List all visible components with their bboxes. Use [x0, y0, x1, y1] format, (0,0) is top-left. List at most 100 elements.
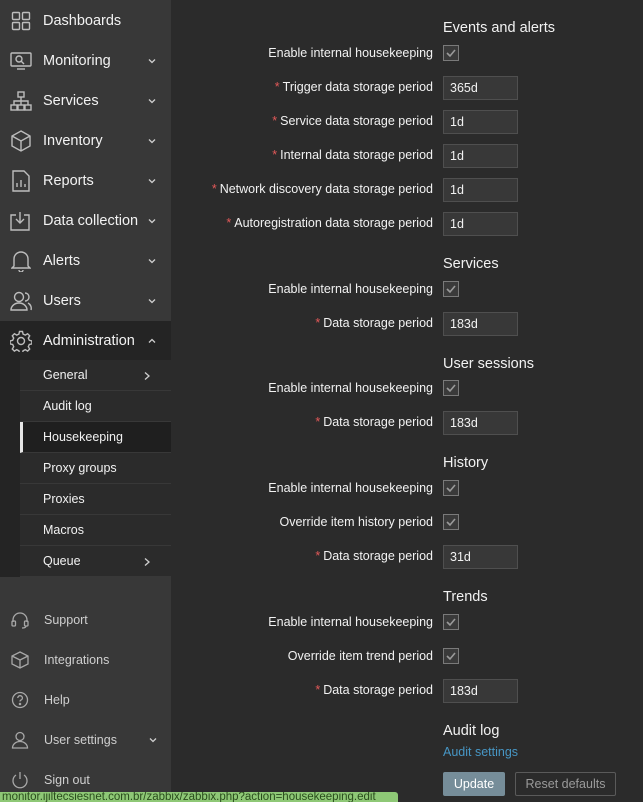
submenu-item-proxies[interactable]: Proxies — [20, 484, 171, 515]
section-title-services: Services — [443, 256, 499, 272]
monitoring-icon — [10, 50, 32, 72]
services-enable-checkbox[interactable] — [443, 281, 459, 297]
nav-alerts[interactable]: Alerts — [0, 241, 171, 281]
nav-monitoring[interactable]: Monitoring — [0, 41, 171, 81]
headset-icon — [11, 611, 29, 629]
reports-icon — [10, 170, 32, 192]
label-trigger-period: * Trigger data storage period — [274, 80, 433, 94]
trigger-period-input[interactable]: 365d — [443, 76, 518, 100]
section-title-audit: Audit log — [443, 723, 500, 739]
label-events-enable: Enable internal housekeeping — [268, 46, 433, 60]
checkmark-icon — [446, 618, 456, 627]
label-history-enable: Enable internal housekeeping — [268, 481, 433, 495]
label-history-override: Override item history period — [279, 515, 433, 529]
bell-icon — [10, 250, 32, 272]
administration-submenu: General Audit log Housekeeping Proxy gro… — [20, 360, 171, 577]
submenu-item-macros[interactable]: Macros — [20, 515, 171, 546]
nav-dashboards[interactable]: Dashboards — [0, 1, 171, 41]
help-icon — [11, 691, 29, 709]
section-title-sessions: User sessions — [443, 356, 535, 372]
history-period-input[interactable]: 31d — [443, 545, 518, 569]
submenu-item-queue[interactable]: Queue — [20, 546, 171, 577]
nav-inventory[interactable]: Inventory — [0, 121, 171, 161]
submenu-label: Audit log — [43, 399, 92, 413]
nav-administration[interactable]: Administration — [0, 321, 171, 361]
sessions-period-input[interactable]: 183d — [443, 411, 518, 435]
events-enable-checkbox[interactable] — [443, 45, 459, 61]
checkmark-icon — [446, 484, 456, 493]
nav-data-collection[interactable]: Data collection — [0, 201, 171, 241]
section-title-events: Events and alerts — [443, 20, 556, 36]
sidebar: Dashboards Monitoring Services Inventory… — [0, 0, 171, 802]
footer-help[interactable]: Help — [0, 685, 171, 715]
label-trends-enable: Enable internal housekeeping — [268, 615, 433, 629]
chevron-down-icon — [148, 59, 156, 64]
nav-label: Dashboards — [43, 13, 122, 29]
services-icon — [10, 90, 32, 112]
inventory-icon — [10, 130, 32, 152]
checkmark-icon — [446, 518, 456, 527]
footer-support[interactable]: Support — [0, 605, 171, 635]
dashboards-icon — [10, 10, 32, 32]
submenu-item-proxy-groups[interactable]: Proxy groups — [20, 453, 171, 484]
trends-override-checkbox[interactable] — [443, 648, 459, 664]
nav-label: Alerts — [43, 253, 81, 269]
user-icon — [11, 731, 29, 749]
nav-label: Administration — [43, 333, 135, 349]
nav-label: Inventory — [43, 133, 103, 149]
submenu-label: Queue — [43, 554, 81, 568]
chevron-down-icon — [149, 738, 157, 743]
submenu-item-housekeeping[interactable]: Housekeeping — [20, 422, 171, 453]
housekeeping-form: Events and alerts Enable internal housek… — [171, 0, 643, 802]
audit-settings-link[interactable]: Audit settings — [443, 745, 518, 759]
label-discovery-period: * Network discovery data storage period — [211, 182, 433, 196]
users-icon — [10, 290, 32, 312]
nav-reports[interactable]: Reports — [0, 161, 171, 201]
nav-users[interactable]: Users — [0, 281, 171, 321]
footer-label: Integrations — [44, 653, 110, 667]
submenu-item-audit-log[interactable]: Audit log — [20, 391, 171, 422]
submenu-indent — [0, 360, 20, 577]
nav-services[interactable]: Services — [0, 81, 171, 121]
sessions-enable-checkbox[interactable] — [443, 380, 459, 396]
autoreg-period-input[interactable]: 1d — [443, 212, 518, 236]
service-period-input[interactable]: 1d — [443, 110, 518, 134]
submenu-label: General — [43, 368, 88, 382]
history-enable-checkbox[interactable] — [443, 480, 459, 496]
label-services-period: * Data storage period — [315, 316, 433, 330]
gear-icon — [10, 330, 32, 352]
trends-enable-checkbox[interactable] — [443, 614, 459, 630]
section-title-history: History — [443, 455, 489, 471]
footer-label: User settings — [44, 733, 117, 747]
nav-label: Reports — [43, 173, 94, 189]
discovery-period-input[interactable]: 1d — [443, 178, 518, 202]
label-trends-period: * Data storage period — [315, 683, 433, 697]
trends-period-input[interactable]: 183d — [443, 679, 518, 703]
checkmark-icon — [446, 49, 456, 58]
footer-integrations[interactable]: Integrations — [0, 645, 171, 675]
submenu-label: Proxies — [43, 492, 85, 506]
chevron-down-icon — [148, 139, 156, 144]
footer-label: Help — [44, 693, 70, 707]
chevron-up-icon — [148, 338, 156, 343]
chevron-right-icon — [144, 558, 150, 566]
chevron-right-icon — [144, 372, 150, 380]
integrations-icon — [11, 651, 29, 669]
nav-label: Data collection — [43, 213, 139, 229]
data-collection-icon — [10, 210, 32, 232]
internal-period-input[interactable]: 1d — [443, 144, 518, 168]
services-period-input[interactable]: 183d — [443, 312, 518, 336]
label-internal-period: * Internal data storage period — [272, 148, 433, 162]
label-services-enable: Enable internal housekeeping — [268, 282, 433, 296]
nav-label: Monitoring — [43, 53, 111, 69]
footer-sign-out[interactable]: Sign out — [0, 765, 171, 795]
label-service-period: * Service data storage period — [272, 114, 433, 128]
submenu-item-general[interactable]: General — [20, 360, 171, 391]
footer-user-settings[interactable]: User settings — [0, 725, 171, 755]
history-override-checkbox[interactable] — [443, 514, 459, 530]
nav-label: Users — [43, 293, 81, 309]
reset-defaults-button[interactable]: Reset defaults — [515, 772, 616, 796]
label-history-period: * Data storage period — [315, 549, 433, 563]
update-button[interactable]: Update — [443, 772, 505, 796]
footer-label: Sign out — [44, 773, 90, 787]
